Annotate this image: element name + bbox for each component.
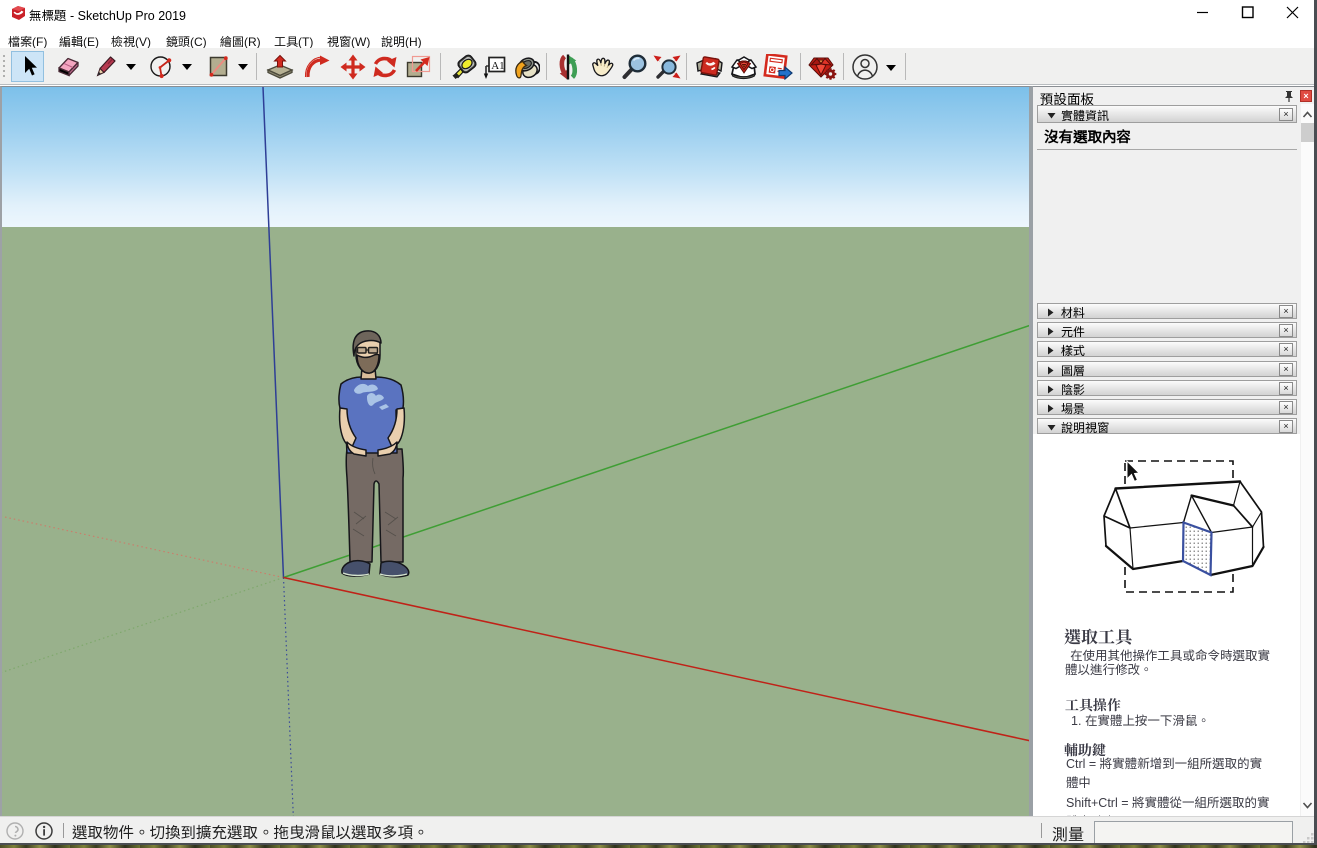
svg-text:A1: A1 — [491, 60, 504, 72]
